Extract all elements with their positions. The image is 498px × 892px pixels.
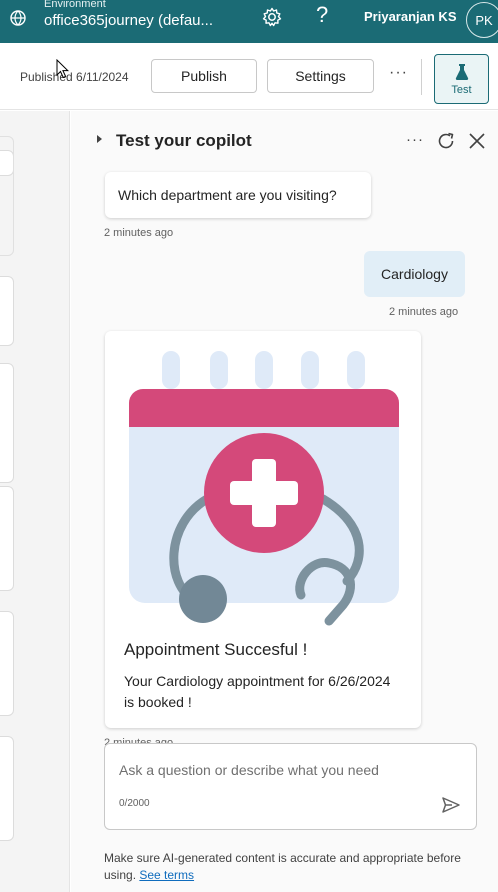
- user-message: Cardiology: [364, 251, 465, 297]
- help-icon[interactable]: ?: [316, 2, 328, 28]
- environment-icon[interactable]: [9, 9, 27, 27]
- message-timestamp: 2 minutes ago: [389, 306, 459, 318]
- chat-input-placeholder[interactable]: Ask a question or describe what you need: [119, 762, 379, 778]
- environment-label: Environment: [44, 0, 106, 10]
- settings-button[interactable]: Settings: [267, 59, 374, 93]
- publish-button[interactable]: Publish: [151, 59, 257, 93]
- left-panel-card: [0, 486, 14, 591]
- collapse-caret-icon[interactable]: [97, 135, 102, 143]
- left-panel-card: [0, 136, 14, 256]
- close-icon[interactable]: [468, 132, 486, 150]
- left-panel: [0, 111, 70, 892]
- card-title: Appointment Succesful !: [124, 640, 308, 659]
- pane-title: Test your copilot: [116, 131, 252, 150]
- settings-gear-icon[interactable]: [261, 6, 283, 28]
- message-timestamp: 2 minutes ago: [104, 227, 174, 239]
- chat-input[interactable]: Ask a question or describe what you need…: [104, 743, 477, 830]
- left-panel-card: [0, 276, 14, 346]
- character-counter: 0/2000: [119, 798, 150, 809]
- see-terms-link[interactable]: See terms: [139, 868, 194, 882]
- bot-message: Which department are you visiting?: [105, 172, 371, 218]
- toolbar-divider: [421, 59, 422, 95]
- ai-disclaimer: Make sure AI-generated content is accura…: [104, 850, 484, 884]
- calendar-medical-icon: [129, 351, 399, 626]
- more-options-button[interactable]: ···: [389, 64, 408, 82]
- left-panel-card: [0, 611, 14, 716]
- published-status: Published 6/11/2024: [20, 70, 129, 84]
- top-bar: Environment office365journey (defau... ?…: [0, 0, 498, 43]
- user-name: Priyaranjan KS: [364, 9, 457, 24]
- command-toolbar: Published 6/11/2024 Publish Settings ···…: [0, 43, 498, 110]
- flask-icon: [455, 63, 468, 80]
- refresh-icon[interactable]: [436, 131, 456, 151]
- appointment-card: Appointment Succesful ! Your Cardiology …: [105, 331, 421, 728]
- pane-more-button[interactable]: ···: [406, 131, 424, 148]
- avatar[interactable]: PK: [466, 2, 498, 38]
- test-button-label: Test: [451, 83, 472, 96]
- left-panel-card: [0, 736, 14, 841]
- send-icon[interactable]: [441, 795, 461, 815]
- card-text: Your Cardiology appointment for 6/26/202…: [124, 673, 391, 710]
- mouse-cursor-icon: [56, 59, 70, 79]
- test-button[interactable]: Test: [434, 54, 489, 104]
- environment-picker[interactable]: office365journey (defau...: [44, 12, 213, 29]
- left-panel-card: [0, 363, 14, 483]
